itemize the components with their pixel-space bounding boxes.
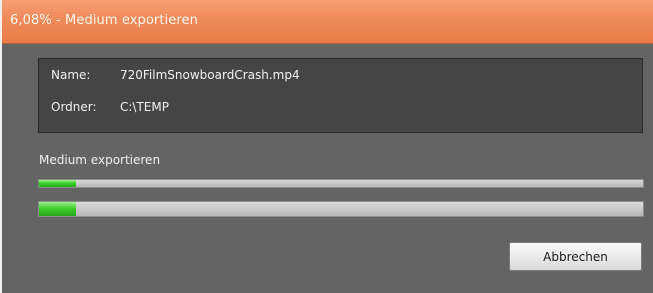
window-title: 6,08% - Medium exportieren: [10, 13, 198, 28]
progress-section-label: Medium exportieren: [39, 153, 161, 167]
export-dialog: 6,08% - Medium exportieren Name: 720Film…: [0, 0, 653, 293]
overall-progress-fill: [39, 180, 76, 187]
file-info-panel: Name: 720FilmSnowboardCrash.mp4 Ordner: …: [38, 58, 643, 133]
abort-button[interactable]: Abbrechen: [509, 242, 642, 271]
folder-value: C:\TEMP: [120, 100, 169, 114]
folder-label: Ordner:: [51, 100, 97, 114]
name-label: Name:: [51, 68, 91, 82]
current-progress-bar: [38, 201, 644, 217]
current-progress-fill: [39, 202, 76, 216]
overall-progress-bar: [38, 179, 644, 188]
title-bar[interactable]: 6,08% - Medium exportieren: [2, 0, 653, 44]
file-name-value: 720FilmSnowboardCrash.mp4: [120, 68, 300, 82]
